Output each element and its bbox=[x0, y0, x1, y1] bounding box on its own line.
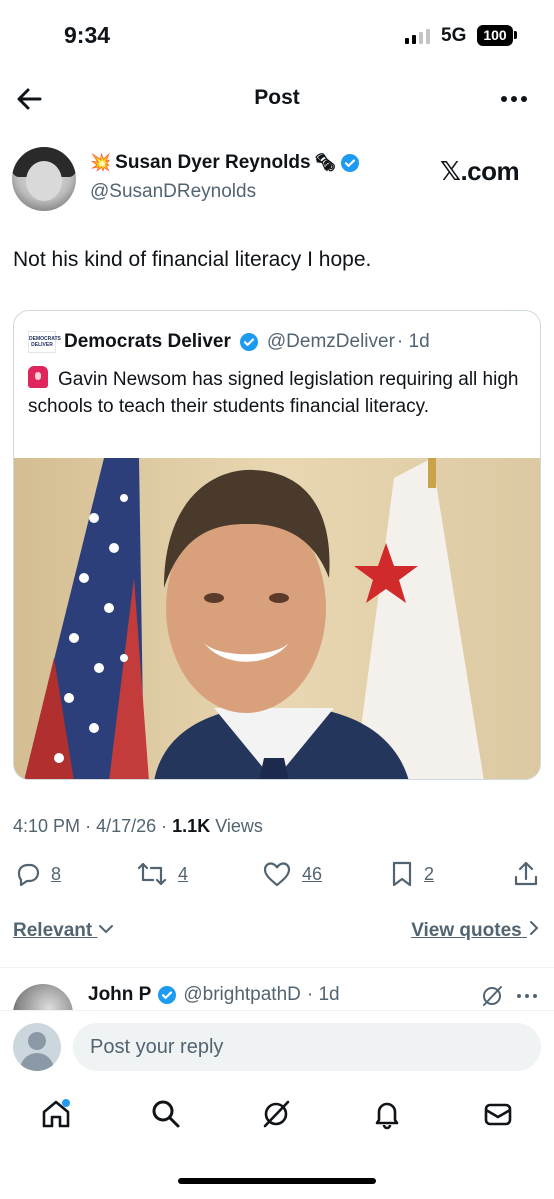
relevant-filter[interactable]: Relevant bbox=[13, 920, 115, 942]
grok-icon[interactable] bbox=[480, 984, 504, 1008]
bookmark-count: 2 bbox=[424, 863, 435, 884]
home-indicator bbox=[178, 1178, 376, 1184]
quoted-post[interactable]: DEMOCRATS DELIVER Democrats Deliver @Dem… bbox=[13, 310, 541, 780]
avatar-face bbox=[26, 161, 62, 201]
quote-text-block: Gavin Newsom has signed legislation requ… bbox=[28, 366, 528, 420]
battery-tip bbox=[514, 31, 517, 39]
reply-count: 8 bbox=[51, 863, 62, 884]
author-handle[interactable]: @SusanDReynolds bbox=[90, 181, 256, 203]
reply-author-name: John P bbox=[88, 984, 152, 1005]
post-time: 4:10 PM bbox=[13, 816, 81, 836]
photo-illustration bbox=[14, 458, 540, 779]
reply-input[interactable] bbox=[73, 1023, 541, 1071]
mail-icon bbox=[484, 1103, 512, 1126]
repost-count: 4 bbox=[178, 863, 189, 884]
author-name: Susan Dyer Reynolds bbox=[115, 152, 311, 173]
repost-button[interactable]: 4 bbox=[136, 860, 188, 888]
action-bar: 8 4 46 2 bbox=[0, 856, 554, 896]
bookmark-icon bbox=[392, 861, 412, 887]
status-time: 9:34 bbox=[64, 22, 111, 48]
reply-icon bbox=[17, 863, 40, 887]
views-count: 1.1K bbox=[172, 816, 211, 836]
bell-icon bbox=[375, 1102, 399, 1130]
like-icon bbox=[263, 862, 291, 887]
share-icon bbox=[514, 861, 538, 886]
verified-icon bbox=[341, 154, 360, 172]
network-label: 5G bbox=[441, 25, 467, 46]
signal-icon bbox=[405, 28, 430, 44]
grok-icon bbox=[263, 1100, 290, 1128]
post-meta: 4:10 PM · 4/17/26 · 1.1K Views bbox=[13, 816, 263, 837]
reply-author-line: John P @brightpathD · 1d bbox=[88, 984, 340, 1006]
meta-separator: · bbox=[85, 816, 92, 836]
relevant-label: Relevant bbox=[13, 920, 93, 941]
tab-messages[interactable] bbox=[476, 1092, 520, 1136]
quote-handle: @DemzDeliver bbox=[266, 331, 395, 352]
emoji-newspaper: 🗞 bbox=[314, 153, 337, 172]
quote-header: DEMOCRATS DELIVER Democrats Deliver @Dem… bbox=[28, 331, 430, 353]
quote-text: Gavin Newsom has signed legislation requ… bbox=[28, 369, 519, 417]
like-button[interactable]: 46 bbox=[262, 860, 322, 888]
tab-search[interactable] bbox=[144, 1092, 188, 1136]
bottom-tab-bar bbox=[0, 1082, 554, 1199]
tab-home[interactable] bbox=[34, 1092, 78, 1136]
battery-icon: 100 bbox=[477, 25, 513, 46]
search-icon bbox=[152, 1100, 180, 1128]
quote-age: · 1d bbox=[396, 331, 430, 352]
tab-notifications[interactable] bbox=[365, 1092, 409, 1136]
view-quotes-label: View quotes bbox=[411, 920, 522, 941]
chevron-down-icon bbox=[99, 925, 114, 934]
reply-age: · 1d bbox=[306, 984, 340, 1005]
view-quotes-link[interactable]: View quotes bbox=[411, 920, 541, 942]
reply-preview[interactable]: John P @brightpathD · 1d bbox=[0, 968, 554, 1010]
reply-handle: @brightpathD bbox=[183, 984, 301, 1005]
quote-photo[interactable] bbox=[14, 458, 540, 779]
post-date: 4/17/26 bbox=[96, 816, 157, 836]
verified-icon bbox=[239, 333, 258, 351]
site-watermark: 𝕏.com bbox=[440, 156, 520, 186]
verified-icon bbox=[158, 986, 177, 1004]
emoji-collision: 💥 bbox=[90, 153, 112, 172]
more-icon[interactable] bbox=[496, 82, 532, 116]
like-count: 46 bbox=[302, 863, 323, 884]
reply-button[interactable]: 8 bbox=[13, 860, 61, 888]
meta-separator: · bbox=[161, 816, 168, 836]
more-icon[interactable] bbox=[515, 988, 539, 1004]
home-icon bbox=[42, 1099, 70, 1128]
views-label: Views bbox=[215, 816, 263, 836]
author-row: 💥 Susan Dyer Reynolds 🗞 @SusanDReynolds … bbox=[12, 144, 542, 214]
avatar[interactable] bbox=[13, 984, 73, 1010]
bookmark-button[interactable]: 2 bbox=[390, 860, 434, 888]
siren-icon bbox=[28, 366, 48, 388]
share-button[interactable] bbox=[512, 860, 540, 888]
page-title: Post bbox=[254, 86, 300, 109]
avatar-body bbox=[20, 1053, 54, 1071]
repost-icon bbox=[137, 862, 167, 886]
top-nav: Post bbox=[0, 72, 554, 124]
author-name-line[interactable]: 💥 Susan Dyer Reynolds 🗞 bbox=[90, 152, 360, 174]
status-bar: 9:34 5G 100 bbox=[0, 0, 554, 70]
avatar-head bbox=[28, 1032, 46, 1050]
chevron-right-icon bbox=[530, 921, 539, 935]
reply-composer bbox=[0, 1010, 554, 1082]
post-text: Not his kind of financial literacy I hop… bbox=[13, 248, 372, 271]
quote-avatar: DEMOCRATS DELIVER bbox=[28, 331, 61, 353]
avatar[interactable] bbox=[12, 147, 76, 211]
tab-grok[interactable] bbox=[254, 1092, 298, 1136]
avatar bbox=[13, 1023, 61, 1071]
reply-filter-row: Relevant View quotes bbox=[13, 920, 541, 948]
quote-author-name: Democrats Deliver bbox=[64, 331, 231, 352]
